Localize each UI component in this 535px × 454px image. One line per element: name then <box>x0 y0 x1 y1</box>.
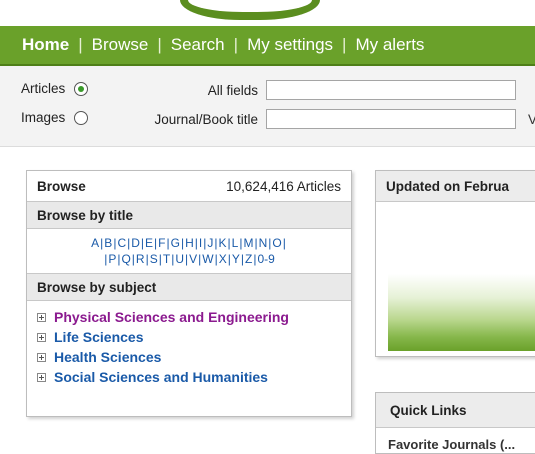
nav-search[interactable]: Search <box>171 35 225 55</box>
updated-graphic <box>388 211 535 351</box>
updated-heading: Updated on Februa <box>376 171 535 202</box>
search-type-images[interactable]: Images <box>21 110 89 125</box>
letter-link[interactable]: S <box>150 252 158 266</box>
browse-header: Browse 10,624,416 Articles <box>27 171 351 201</box>
letter-link[interactable]: G <box>171 236 180 250</box>
letter-link[interactable]: U <box>175 252 184 266</box>
nav-browse[interactable]: Browse <box>92 35 149 55</box>
search-type-articles[interactable]: Articles <box>21 81 89 96</box>
letter-link[interactable]: Y <box>232 252 240 266</box>
browse-by-title-heading: Browse by title <box>27 201 351 229</box>
all-fields-input[interactable] <box>266 80 516 100</box>
letter-link[interactable]: N <box>259 236 268 250</box>
letter-separator: | <box>282 236 286 250</box>
nav-separator: | <box>233 35 239 54</box>
nav-home[interactable]: Home <box>22 35 69 55</box>
quick-search: Articles Images All fields Journal/Book … <box>0 66 535 147</box>
subject-link[interactable]: Health Sciences <box>54 349 161 365</box>
browse-panel: Browse 10,624,416 Articles Browse by tit… <box>26 170 352 417</box>
subject-link[interactable]: Physical Sciences and Engineering <box>54 309 289 325</box>
subject-item: Social Sciences and Humanities <box>37 367 341 387</box>
letter-link[interactable]: D <box>131 236 140 250</box>
images-radio[interactable] <box>74 110 89 125</box>
subject-list: Physical Sciences and Engineering Life Sc… <box>27 301 351 387</box>
expand-icon[interactable] <box>37 332 46 342</box>
nav-separator: | <box>78 35 83 54</box>
nav-separator: | <box>157 35 162 54</box>
search-type-label: Images <box>21 110 66 125</box>
main-nav: Home | Browse | Search | My settings | M… <box>0 26 535 66</box>
header-decoration <box>180 0 320 20</box>
articles-radio[interactable] <box>74 81 89 96</box>
nav-separator: | <box>342 35 347 54</box>
search-type-label: Articles <box>21 81 66 96</box>
letter-link[interactable]: W <box>202 252 213 266</box>
alphabet-index: A|B|C|D|E|F|G|H|I|J|K|L|M|N|O| |P|Q|R|S|T… <box>27 229 351 273</box>
subject-item: Health Sciences <box>37 347 341 367</box>
letter-link[interactable]: M <box>243 236 253 250</box>
letter-link[interactable]: H <box>185 236 194 250</box>
subject-link[interactable]: Life Sciences <box>54 329 144 345</box>
quick-links-heading: Quick Links <box>376 393 535 428</box>
expand-icon[interactable] <box>37 372 46 382</box>
letter-link[interactable]: A <box>91 236 99 250</box>
letter-link[interactable]: Q <box>121 252 130 266</box>
nav-my-alerts[interactable]: My alerts <box>355 35 424 55</box>
truncated-label: V <box>528 112 535 127</box>
letter-link[interactable]: E <box>145 236 153 250</box>
letter-link[interactable]: F <box>158 236 165 250</box>
expand-icon[interactable] <box>37 312 46 322</box>
all-fields-label: All fields <box>207 83 258 98</box>
browse-title: Browse <box>37 178 86 194</box>
letter-link[interactable]: K <box>219 236 227 250</box>
letter-link[interactable]: V <box>189 252 197 266</box>
article-count: 10,624,416 Articles <box>226 178 341 194</box>
updated-panel: Updated on Februa <box>375 170 535 357</box>
letter-link[interactable]: C <box>117 236 126 250</box>
subject-item: Life Sciences <box>37 327 341 347</box>
browse-by-subject-heading: Browse by subject <box>27 273 351 301</box>
letter-link[interactable]: O <box>272 236 281 250</box>
letter-link[interactable]: 0-9 <box>257 252 274 266</box>
letter-link[interactable]: R <box>136 252 145 266</box>
expand-icon[interactable] <box>37 352 46 362</box>
journal-title-label: Journal/Book title <box>154 112 258 127</box>
journal-title-input[interactable] <box>266 109 516 129</box>
subject-link[interactable]: Social Sciences and Humanities <box>54 369 268 385</box>
letter-link[interactable]: X <box>219 252 227 266</box>
subject-item: Physical Sciences and Engineering <box>37 307 341 327</box>
nav-my-settings[interactable]: My settings <box>247 35 333 55</box>
